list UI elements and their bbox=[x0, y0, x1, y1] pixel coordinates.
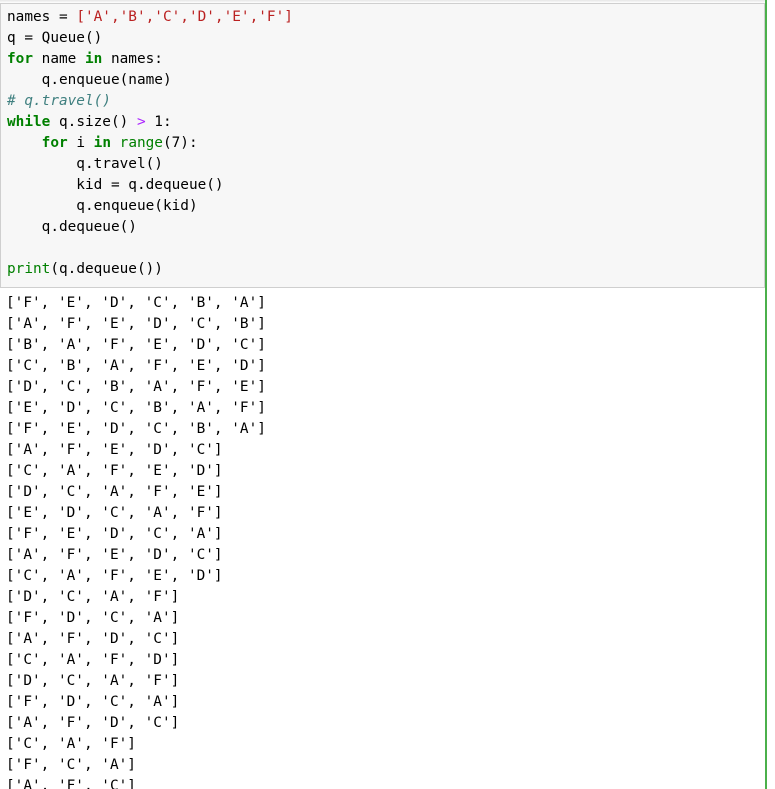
code-token: # q.travel() bbox=[7, 93, 111, 109]
code-token: kid = q.dequeue() bbox=[7, 177, 224, 193]
code-token: range bbox=[119, 135, 163, 151]
code-token: q.dequeue() bbox=[7, 219, 137, 235]
output-line: ['F', 'D', 'C', 'A'] bbox=[6, 694, 180, 710]
output-line: ['A', 'F', 'C'] bbox=[6, 778, 136, 789]
code-token: in bbox=[93, 135, 111, 151]
code-line[interactable]: names = ['A','B','C','D','E','F'] bbox=[7, 7, 293, 28]
code-line[interactable]: while q.size() > 1: bbox=[7, 112, 172, 133]
code-line[interactable]: kid = q.dequeue() bbox=[7, 175, 224, 196]
code-line[interactable]: q.travel() bbox=[7, 154, 163, 175]
code-token: i bbox=[67, 135, 94, 151]
code-token: while bbox=[7, 114, 51, 130]
output-line: ['B', 'A', 'F', 'E', 'D', 'C'] bbox=[6, 337, 266, 353]
output-line: ['D', 'C', 'A', 'F'] bbox=[6, 673, 180, 689]
code-line[interactable]: q.enqueue(kid) bbox=[7, 196, 198, 217]
output-line: ['D', 'C', 'A', 'F'] bbox=[6, 589, 180, 605]
code-token: q.enqueue(name) bbox=[7, 72, 172, 88]
output-line: ['C', 'B', 'A', 'F', 'E', 'D'] bbox=[6, 358, 266, 374]
output-line: ['F', 'E', 'D', 'C', 'B', 'A'] bbox=[6, 295, 266, 311]
output-line: ['A', 'F', 'E', 'D', 'C'] bbox=[6, 442, 223, 458]
code-token: ['A','B','C','D','E','F'] bbox=[76, 9, 293, 25]
code-token: for bbox=[41, 135, 68, 151]
output-line: ['C', 'A', 'F'] bbox=[6, 736, 136, 752]
output-line: ['F', 'D', 'C', 'A'] bbox=[6, 610, 180, 626]
output-line: ['E', 'D', 'C', 'B', 'A', 'F'] bbox=[6, 400, 266, 416]
output-area: ['F', 'E', 'D', 'C', 'B', 'A'] ['A', 'F',… bbox=[0, 289, 765, 789]
code-token: q.enqueue(kid) bbox=[7, 198, 198, 214]
code-token: names = bbox=[7, 9, 77, 25]
code-line[interactable]: print(q.dequeue()) bbox=[7, 259, 163, 280]
code-line[interactable]: # q.travel() bbox=[7, 91, 111, 112]
code-token: (7): bbox=[162, 135, 198, 151]
output-line: ['A', 'F', 'E', 'D', 'C'] bbox=[6, 547, 223, 563]
code-line[interactable]: for name in names: bbox=[7, 49, 163, 70]
code-token: name bbox=[33, 51, 85, 67]
output-line: ['C', 'A', 'F', 'E', 'D'] bbox=[6, 568, 223, 584]
output-line: ['C', 'A', 'F', 'D'] bbox=[6, 652, 180, 668]
output-line: ['A', 'F', 'D', 'C'] bbox=[6, 715, 180, 731]
output-line: ['F', 'E', 'D', 'C', 'A'] bbox=[6, 526, 223, 542]
output-line: ['F', 'E', 'D', 'C', 'B', 'A'] bbox=[6, 421, 266, 437]
output-line: ['F', 'C', 'A'] bbox=[6, 757, 136, 773]
code-token: in bbox=[84, 51, 103, 67]
code-line[interactable]: q.dequeue() bbox=[7, 217, 137, 238]
code-token: 1: bbox=[145, 114, 172, 130]
selected-cell-border bbox=[765, 0, 767, 789]
code-token: names: bbox=[102, 51, 163, 67]
notebook-cell[interactable]: names = ['A','B','C','D','E','F'] q = Que… bbox=[0, 0, 775, 789]
output-line: ['C', 'A', 'F', 'E', 'D'] bbox=[6, 463, 223, 479]
output-line: ['A', 'F', 'D', 'C'] bbox=[6, 631, 180, 647]
code-line[interactable]: q = Queue() bbox=[7, 28, 102, 49]
code-token: q.size() bbox=[50, 114, 137, 130]
code-token: (q.dequeue()) bbox=[50, 261, 163, 277]
code-token: for bbox=[7, 51, 33, 67]
output-line: ['D', 'C', 'B', 'A', 'F', 'E'] bbox=[6, 379, 266, 395]
output-line: ['E', 'D', 'C', 'A', 'F'] bbox=[6, 505, 223, 521]
code-token: q.travel() bbox=[7, 156, 163, 172]
code-token: q = Queue() bbox=[7, 30, 103, 46]
code-line[interactable]: q.enqueue(name) bbox=[7, 70, 172, 91]
output-line: ['D', 'C', 'A', 'F', 'E'] bbox=[6, 484, 223, 500]
code-token: print bbox=[7, 261, 51, 277]
code-input-area[interactable]: names = ['A','B','C','D','E','F'] q = Que… bbox=[0, 3, 765, 288]
output-line: ['A', 'F', 'E', 'D', 'C', 'B'] bbox=[6, 316, 266, 332]
code-line[interactable]: for i in range(7): bbox=[7, 133, 198, 154]
code-token: > bbox=[136, 114, 146, 130]
